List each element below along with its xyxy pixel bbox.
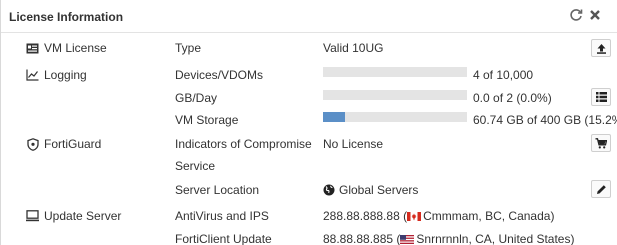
vm-storage-label: VM Storage xyxy=(175,113,239,127)
section-vm-license: VM License xyxy=(26,41,107,55)
gb-day-value: 0.0 of 2 (0.0%) xyxy=(473,91,552,105)
cart-icon xyxy=(595,137,607,148)
section-label: Logging xyxy=(44,68,87,82)
type-label: Type xyxy=(175,41,202,55)
server-location-label: Server Location xyxy=(175,183,260,197)
upload-icon xyxy=(596,43,606,54)
widget-title: License Information xyxy=(9,10,124,24)
forticlient-update-address: 88.88.88.885 ( xyxy=(323,232,401,245)
license-card-icon xyxy=(26,42,39,55)
forticlient-update-label: FortiClient Update xyxy=(175,232,272,245)
edit-server-location-button[interactable] xyxy=(591,180,611,198)
upload-license-button[interactable] xyxy=(591,39,611,57)
vm-storage-bar-fill xyxy=(323,112,345,122)
ioc-value: No License xyxy=(323,137,384,151)
canada-flag-icon xyxy=(407,210,422,221)
pencil-icon xyxy=(596,184,606,194)
globe-icon xyxy=(323,184,335,196)
forticlient-update-location: Snrnrnnln, CA, United States) xyxy=(416,232,575,245)
section-label: VM License xyxy=(44,41,107,55)
license-information-widget: License Information VM License Type Vali… xyxy=(0,0,617,245)
section-label: Update Server xyxy=(44,209,122,223)
section-update-server: Update Server xyxy=(26,209,121,223)
gb-day-label: GB/Day xyxy=(175,91,218,105)
forticlient-update-value: 88.88.88.885 ( Snrnrnnln, CA, United Stat… xyxy=(323,232,574,245)
server-location-value-wrap: Global Servers xyxy=(323,183,418,197)
type-value: Valid 10UG xyxy=(323,41,384,55)
section-fortiguard: FortiGuard xyxy=(26,137,101,151)
shield-icon xyxy=(26,137,39,151)
close-icon[interactable] xyxy=(589,8,601,25)
log-settings-button[interactable] xyxy=(591,88,611,106)
devices-vdoms-bar xyxy=(323,67,467,77)
server-location-value: Global Servers xyxy=(339,183,419,197)
vm-storage-value: 60.74 GB of 400 GB (15.2%) xyxy=(473,113,617,127)
line-chart-icon xyxy=(26,69,39,82)
section-label: FortiGuard xyxy=(44,137,102,151)
ioc-label-line1: Indicators of Compromise xyxy=(175,137,312,151)
antivirus-ips-value: 288.88.888.88 ( Cmmmam, BC, Canada) xyxy=(323,209,554,223)
vm-storage-bar xyxy=(323,112,467,122)
antivirus-ips-label: AntiVirus and IPS xyxy=(175,209,269,223)
refresh-icon[interactable] xyxy=(569,8,583,25)
ioc-label-line2: Service xyxy=(175,159,216,173)
devices-vdoms-value: 4 of 10,000 xyxy=(473,68,534,82)
section-logging: Logging xyxy=(26,68,87,82)
antivirus-ips-location: Cmmmam, BC, Canada) xyxy=(423,209,555,223)
list-icon xyxy=(595,92,607,102)
gb-day-bar xyxy=(323,90,467,100)
purchase-button[interactable] xyxy=(591,134,611,152)
devices-vdoms-label: Devices/VDOMs xyxy=(175,68,264,82)
monitor-icon xyxy=(26,210,39,223)
widget-header: License Information xyxy=(1,0,617,33)
antivirus-ips-address: 288.88.888.88 ( xyxy=(323,209,408,223)
us-flag-icon xyxy=(400,233,415,244)
